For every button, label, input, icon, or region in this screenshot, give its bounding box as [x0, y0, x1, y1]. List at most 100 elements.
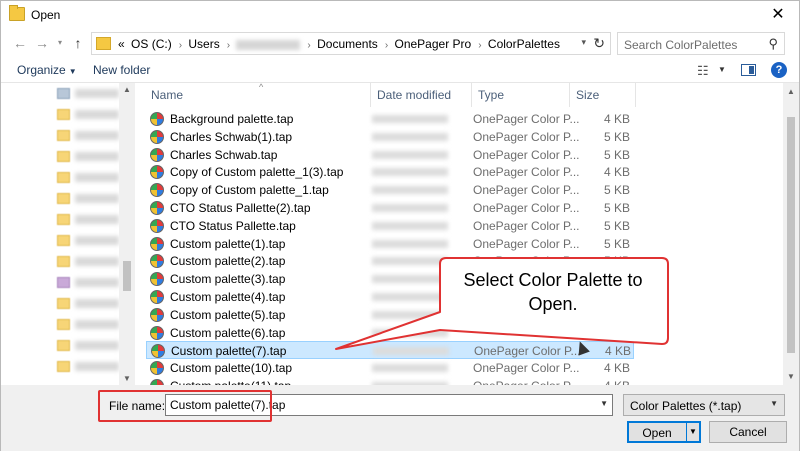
file-type-select[interactable]: Color Palettes (*.tap) ▼ — [623, 394, 785, 416]
folder-icon — [9, 5, 25, 21]
file-row[interactable]: Custom palette(10).tap OnePager Color P..… — [146, 359, 634, 377]
chevron-right-icon[interactable]: › — [227, 40, 230, 51]
file-name: Copy of Custom palette_1(3).tap — [170, 165, 344, 180]
column-header-size[interactable]: Size — [570, 83, 636, 107]
file-date-redacted — [372, 328, 448, 337]
chevron-down-icon: ▼ — [68, 67, 77, 76]
file-type-value: Color Palettes (*.tap) — [630, 399, 742, 413]
navigation-pane: ▲ ▼ — [1, 83, 135, 385]
command-bar: Organize ▼ New folder ☷ ▼ ? — [1, 57, 799, 83]
chevron-right-icon[interactable]: › — [478, 40, 481, 51]
breadcrumb-users[interactable]: Users — [188, 37, 219, 51]
file-row[interactable]: Charles Schwab.tap OnePager Color P... 5 K… — [146, 146, 634, 164]
chevron-down-icon[interactable]: ▼ — [600, 399, 608, 408]
column-header-type[interactable]: Type — [472, 83, 570, 107]
file-row[interactable]: Charles Schwab(1).tap OnePager Color P...… — [146, 128, 634, 146]
organize-button[interactable]: Organize ▼ — [17, 63, 77, 77]
palette-file-icon — [151, 344, 165, 359]
breadcrumb-overflow[interactable]: « — [118, 37, 125, 51]
refresh-icon[interactable]: ↻ — [593, 35, 605, 52]
file-row[interactable]: Copy of Custom palette_1.tap OnePager Col… — [146, 181, 634, 199]
file-name: Custom palette(6).tap — [170, 325, 286, 340]
file-date-redacted — [372, 115, 448, 123]
file-name: Charles Schwab(1).tap — [170, 129, 293, 144]
up-arrow-icon[interactable]: ↑ — [69, 34, 87, 52]
file-size: 5 KB — [603, 147, 630, 162]
chevron-right-icon[interactable]: › — [385, 40, 388, 51]
help-icon[interactable]: ? — [771, 62, 787, 78]
file-scrollbar[interactable]: ▲ ▼ — [783, 83, 799, 385]
file-row[interactable]: Copy of Custom palette_1(3).tap OnePager … — [146, 163, 634, 181]
column-header-name[interactable]: Name ^ — [145, 83, 371, 107]
back-arrow-icon[interactable]: ← — [11, 34, 29, 52]
open-dialog: Open ✕ ← → ▾ ↑ « OS (C:) › Users › › Docum… — [0, 0, 800, 451]
file-row[interactable]: Custom palette(11).tapOnePager Color P..… — [146, 377, 634, 385]
column-name-label: Name — [151, 88, 184, 102]
breadcrumb-drive[interactable]: OS (C:) — [131, 37, 172, 51]
address-bar[interactable]: « OS (C:) › Users › › Documents › OnePager … — [91, 32, 611, 55]
file-date-redacted — [372, 168, 448, 177]
search-placeholder: Search ColorPalettes — [624, 38, 738, 52]
nav-label-redacted — [75, 110, 119, 119]
nav-label-redacted — [75, 173, 119, 182]
chevron-right-icon[interactable]: › — [179, 40, 182, 51]
file-row[interactable]: CTO Status Pallette.tap OnePager Color P.… — [146, 217, 634, 235]
chevron-down-icon[interactable]: ▼ — [718, 65, 726, 74]
search-input[interactable]: Search ColorPalettes ⚲ — [617, 32, 785, 55]
callout-line-1: Select Color Palette to — [463, 270, 643, 290]
file-date-redacted — [372, 239, 448, 248]
palette-file-icon — [150, 112, 164, 126]
scroll-down-icon[interactable]: ▼ — [787, 372, 795, 381]
chevron-down-icon: ▼ — [770, 399, 778, 408]
preview-pane-icon[interactable] — [741, 64, 756, 76]
search-icon[interactable]: ⚲ — [768, 36, 778, 52]
file-name-input[interactable]: Custom palette(7).tap ▼ — [165, 394, 613, 416]
file-size: 5 KB — [603, 254, 630, 269]
file-size: 5 KB — [603, 201, 630, 215]
close-icon[interactable]: ✕ — [767, 4, 789, 26]
palette-file-icon — [150, 272, 164, 287]
breadcrumb-colorpalettes[interactable]: ColorPalettes — [488, 37, 560, 51]
breadcrumb-username-redacted[interactable] — [236, 39, 301, 50]
forward-arrow-icon[interactable]: → — [33, 34, 51, 52]
file-row[interactable]: Custom palette(1).tap OnePager Color P...… — [146, 235, 634, 253]
chevron-down-icon[interactable]: ▼ — [689, 427, 697, 436]
palette-file-icon — [150, 254, 164, 269]
folder-icon — [57, 298, 70, 309]
scroll-up-icon[interactable]: ▲ — [123, 85, 131, 94]
file-size: 5 KB — [603, 183, 630, 198]
folder-icon — [57, 256, 70, 267]
nav-label-redacted — [75, 362, 119, 371]
chevron-right-icon[interactable]: › — [307, 40, 310, 51]
breadcrumb-onepager[interactable]: OnePager Pro — [395, 37, 472, 51]
folder-icon — [57, 340, 70, 351]
open-button[interactable]: Open ▼ — [627, 421, 701, 443]
column-header-date[interactable]: Date modified — [371, 83, 472, 107]
file-date-redacted — [373, 347, 449, 356]
scroll-down-icon[interactable]: ▼ — [123, 374, 131, 383]
file-row-selected[interactable]: Custom palette(7).tap OnePager Color P...… — [146, 341, 634, 360]
palette-file-icon — [150, 290, 164, 304]
callout-line-2: Open. — [528, 294, 578, 314]
breadcrumb-documents[interactable]: Documents — [317, 37, 378, 51]
chevron-down-icon[interactable]: ▾ — [581, 37, 586, 48]
file-row[interactable]: CTO Status Pallette(2).tap OnePager Color… — [146, 199, 634, 217]
recent-dropdown-icon[interactable]: ▾ — [51, 34, 69, 52]
palette-file-icon — [150, 325, 164, 340]
nav-scroll-thumb[interactable] — [123, 261, 131, 291]
palette-file-icon — [150, 307, 164, 322]
nav-label-redacted — [75, 257, 119, 266]
file-row[interactable]: Background palette.tap OnePager Color P..… — [146, 110, 634, 128]
file-scroll-thumb[interactable] — [787, 117, 795, 353]
palette-file-icon — [150, 218, 164, 233]
file-type: OnePager Color P... — [473, 361, 580, 376]
scroll-up-icon[interactable]: ▲ — [787, 87, 795, 96]
new-folder-button[interactable]: New folder — [93, 63, 150, 77]
file-row[interactable]: Custom palette(6).tap — [146, 324, 634, 342]
cancel-button[interactable]: Cancel — [709, 421, 787, 443]
folder-icon — [96, 37, 111, 50]
view-options-icon[interactable]: ☷ — [697, 63, 709, 79]
file-date-redacted — [372, 310, 448, 319]
file-size: 4 KB — [603, 361, 630, 376]
nav-scrollbar[interactable]: ▲ ▼ — [119, 83, 135, 385]
